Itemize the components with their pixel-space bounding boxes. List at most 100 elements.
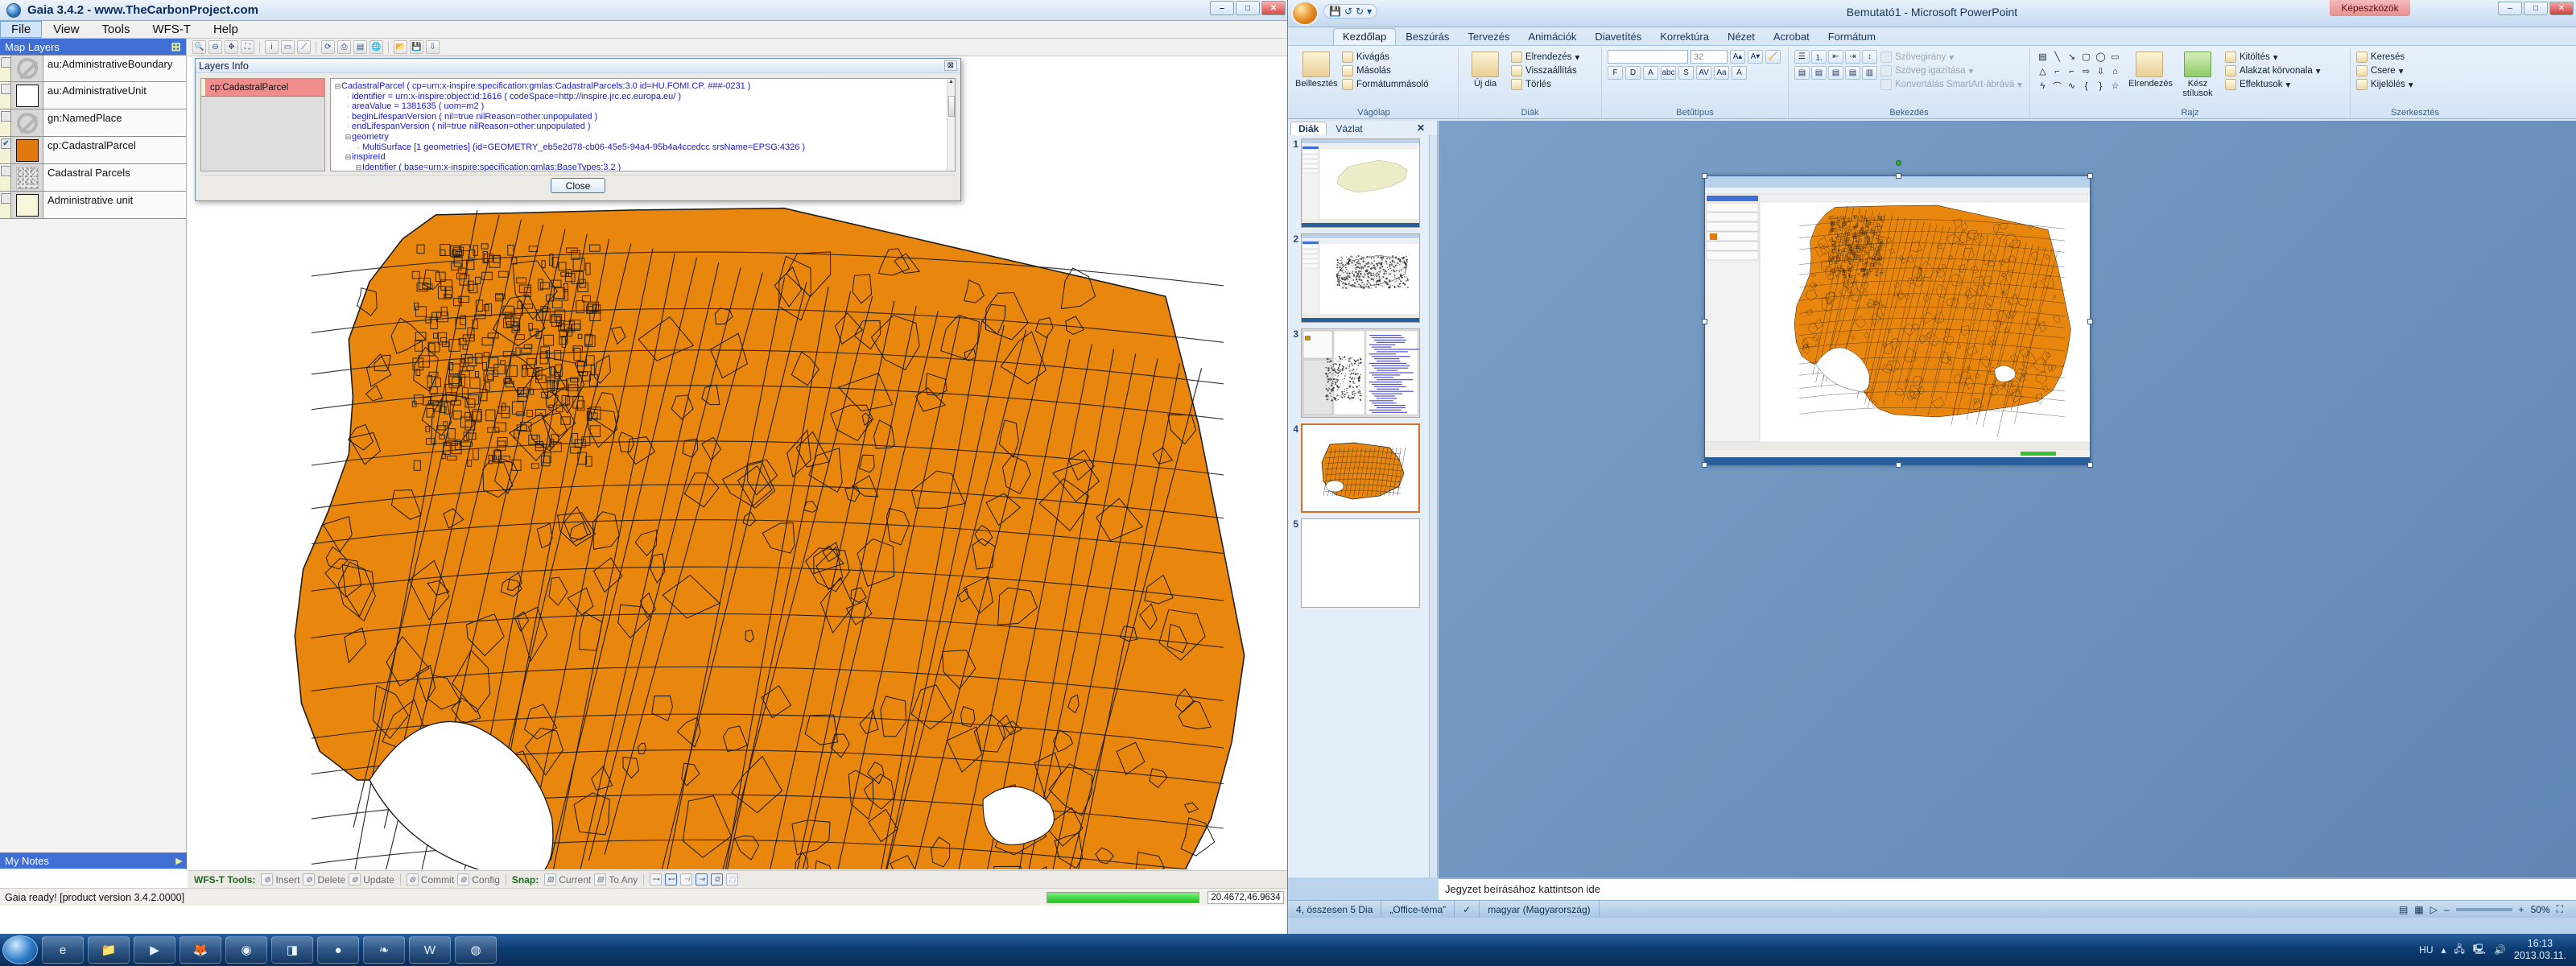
pan-icon[interactable]: ✥: [225, 40, 238, 54]
tab-animációk[interactable]: Animációk: [1519, 29, 1585, 45]
language-indicator[interactable]: magyar (Magyarország): [1480, 901, 1599, 918]
measure-icon[interactable]: ⟋: [297, 40, 311, 54]
scrollbar-thumb[interactable]: [948, 96, 955, 117]
wfst-delete-button[interactable]: ◍ Delete: [303, 873, 345, 886]
snap-node-icon[interactable]: ⊣: [680, 873, 692, 886]
theme-name[interactable]: „Office-téma”: [1381, 901, 1455, 918]
align-center-icon[interactable]: ▤: [1811, 66, 1827, 80]
tree-toggle-icon[interactable]: ⊟: [345, 132, 352, 142]
find-button[interactable]: Keresés: [2356, 50, 2413, 64]
select-button[interactable]: Kijelölés ▾: [2356, 77, 2413, 91]
resize-handle-n[interactable]: [1896, 173, 1901, 179]
show-hidden-icon[interactable]: ▴: [2442, 944, 2446, 956]
tree-node[interactable]: · identifier = urn:x-inspire:object:id:1…: [334, 92, 952, 102]
layer-symbol[interactable]: [11, 192, 43, 218]
shape-5[interactable]: ▭: [2108, 50, 2122, 64]
font-button-4[interactable]: S: [1678, 66, 1694, 80]
slide-thumbnail-1[interactable]: 1: [1290, 138, 1429, 228]
line-spacing-icon[interactable]: ↕: [1862, 50, 1877, 64]
snap-grid-icon[interactable]: ⬚: [726, 873, 738, 886]
current-slide[interactable]: [1704, 175, 2091, 465]
tab-kezdőlap[interactable]: Kezdőlap: [1333, 28, 1396, 45]
checkbox-5[interactable]: [1, 193, 11, 204]
slide-picture-gaia-screenshot[interactable]: [1705, 176, 2090, 464]
layer-visibility-checkbox[interactable]: [0, 82, 11, 109]
font-button-2[interactable]: A: [1643, 66, 1658, 80]
sorter-view-icon[interactable]: ▦: [2414, 904, 2423, 915]
checkbox-3[interactable]: ✔: [1, 138, 11, 149]
slide-preview[interactable]: [1301, 423, 1420, 513]
close-button[interactable]: Close: [551, 178, 605, 193]
tab-slides[interactable]: Diák: [1290, 122, 1327, 135]
layers-info-selected-layer[interactable]: cp:CadastralParcel: [201, 79, 324, 97]
shrink-font-icon[interactable]: A▾: [1748, 50, 1763, 64]
checkbox-2[interactable]: [1, 111, 11, 122]
shape-gallery[interactable]: ▤ ╲ ↘ ▢ ◯ ▭ △ ⌐ ⌐ ⇨ ⇩ ⌂ ϟ ⌒ ∿{} ☆: [2036, 50, 2122, 93]
shape-7[interactable]: ⌐: [2050, 64, 2064, 78]
layer-symbol[interactable]: [11, 164, 43, 191]
zoom-slider[interactable]: [2456, 908, 2512, 911]
wfst-config-button[interactable]: ◍ Config: [457, 873, 500, 886]
numbering-icon[interactable]: ⒈: [1811, 50, 1827, 64]
menu-item-wfst[interactable]: WFS-T: [141, 21, 201, 38]
snap-edge-icon[interactable]: ⇥: [696, 873, 708, 886]
tab-korrektúra[interactable]: Korrektúra: [1651, 29, 1718, 45]
snap-to-any-button[interactable]: ▨ To Any: [594, 873, 638, 886]
layer-visibility-checkbox[interactable]: [0, 164, 11, 191]
shape-outline-button[interactable]: Alakzat körvonala ▾: [2225, 64, 2321, 77]
layer-visibility-checkbox[interactable]: [0, 109, 11, 136]
reset-button[interactable]: Visszaállítás: [1511, 64, 1579, 77]
resize-handle-se[interactable]: [2087, 462, 2093, 468]
tab-diavetítés[interactable]: Diavetítés: [1586, 29, 1650, 45]
wfst-commit-button[interactable]: ◍ Commit: [407, 873, 454, 886]
notes-pane[interactable]: Jegyzet beírásához kattintson ide: [1439, 877, 2576, 900]
spellcheck-icon[interactable]: ✓: [1455, 901, 1480, 918]
fit-to-window-icon[interactable]: ⛶: [2557, 903, 2568, 915]
tree-toggle-icon[interactable]: ·: [345, 92, 352, 102]
resize-handle-s[interactable]: [1896, 462, 1901, 468]
tree-node[interactable]: · areaValue = 1381635 ( uom=m2 ): [334, 101, 952, 112]
tree-node[interactable]: · MultiSurface [1 geometries] (id=GEOMET…: [334, 142, 952, 153]
zoom-in-icon[interactable]: 🔍: [192, 40, 206, 54]
checkbox-4[interactable]: [1, 166, 11, 176]
gaia-window-controls[interactable]: – □ ✕: [1210, 1, 1286, 15]
menu-item-help[interactable]: Help: [202, 21, 250, 38]
font-button-0[interactable]: F: [1608, 66, 1623, 80]
shape-effects-button[interactable]: Effektusok ▾: [2225, 77, 2321, 91]
tab-acrobat[interactable]: Acrobat: [1765, 29, 1818, 45]
layer-visibility-checkbox[interactable]: ✔: [0, 137, 11, 163]
decrease-indent-icon[interactable]: ⇤: [1828, 50, 1843, 64]
layer-symbol[interactable]: [11, 82, 43, 109]
shape-3[interactable]: ▢: [2079, 50, 2093, 64]
align-text-button[interactable]: Szöveg igazítása ▾: [1880, 64, 2022, 77]
globe-icon[interactable]: 🌐: [369, 40, 383, 54]
slideshow-icon[interactable]: ▷: [2430, 904, 2438, 915]
layer-symbol[interactable]: [11, 137, 43, 163]
save-icon[interactable]: 💾: [410, 40, 423, 54]
layer-row[interactable]: ✔ cp:CadastralParcel: [0, 137, 186, 164]
arrange-button[interactable]: Elrendezés: [2128, 50, 2170, 89]
zoom-extent-icon[interactable]: ⛶: [241, 40, 254, 54]
shape-10[interactable]: ⇩: [2094, 64, 2107, 78]
text-direction-button[interactable]: Szövegirány ▾: [1880, 50, 2022, 64]
shape-6[interactable]: △: [2036, 64, 2050, 78]
grow-font-icon[interactable]: A▴: [1730, 50, 1745, 64]
shape-8[interactable]: ⌐: [2065, 64, 2079, 78]
network-icon[interactable]: 🖧: [2454, 942, 2465, 959]
slide-editing-area[interactable]: [1439, 121, 2576, 877]
shape-15[interactable]: {: [2079, 79, 2093, 93]
identify-icon[interactable]: i: [265, 40, 279, 54]
refresh-icon[interactable]: ⟳: [321, 40, 335, 54]
normal-view-icon[interactable]: ▤: [2399, 904, 2408, 915]
font-button-7[interactable]: A: [1732, 66, 1747, 80]
layer-symbol[interactable]: [11, 109, 43, 136]
shape-1[interactable]: ╲: [2050, 50, 2064, 64]
tab-outline[interactable]: Vázlat: [1328, 122, 1369, 135]
shape-fill-button[interactable]: Kitöltés ▾: [2225, 50, 2321, 64]
scroll-up-icon[interactable]: ▲: [947, 79, 955, 85]
taskbar-office-icon[interactable]: ◨: [271, 936, 313, 964]
font-button-5[interactable]: AV: [1696, 66, 1711, 80]
tree-toggle-icon[interactable]: ⊟: [334, 81, 341, 92]
justify-icon[interactable]: ▤: [1845, 66, 1860, 80]
tree-node[interactable]: · endLifespanVersion ( nil=true nilReaso…: [334, 122, 952, 132]
